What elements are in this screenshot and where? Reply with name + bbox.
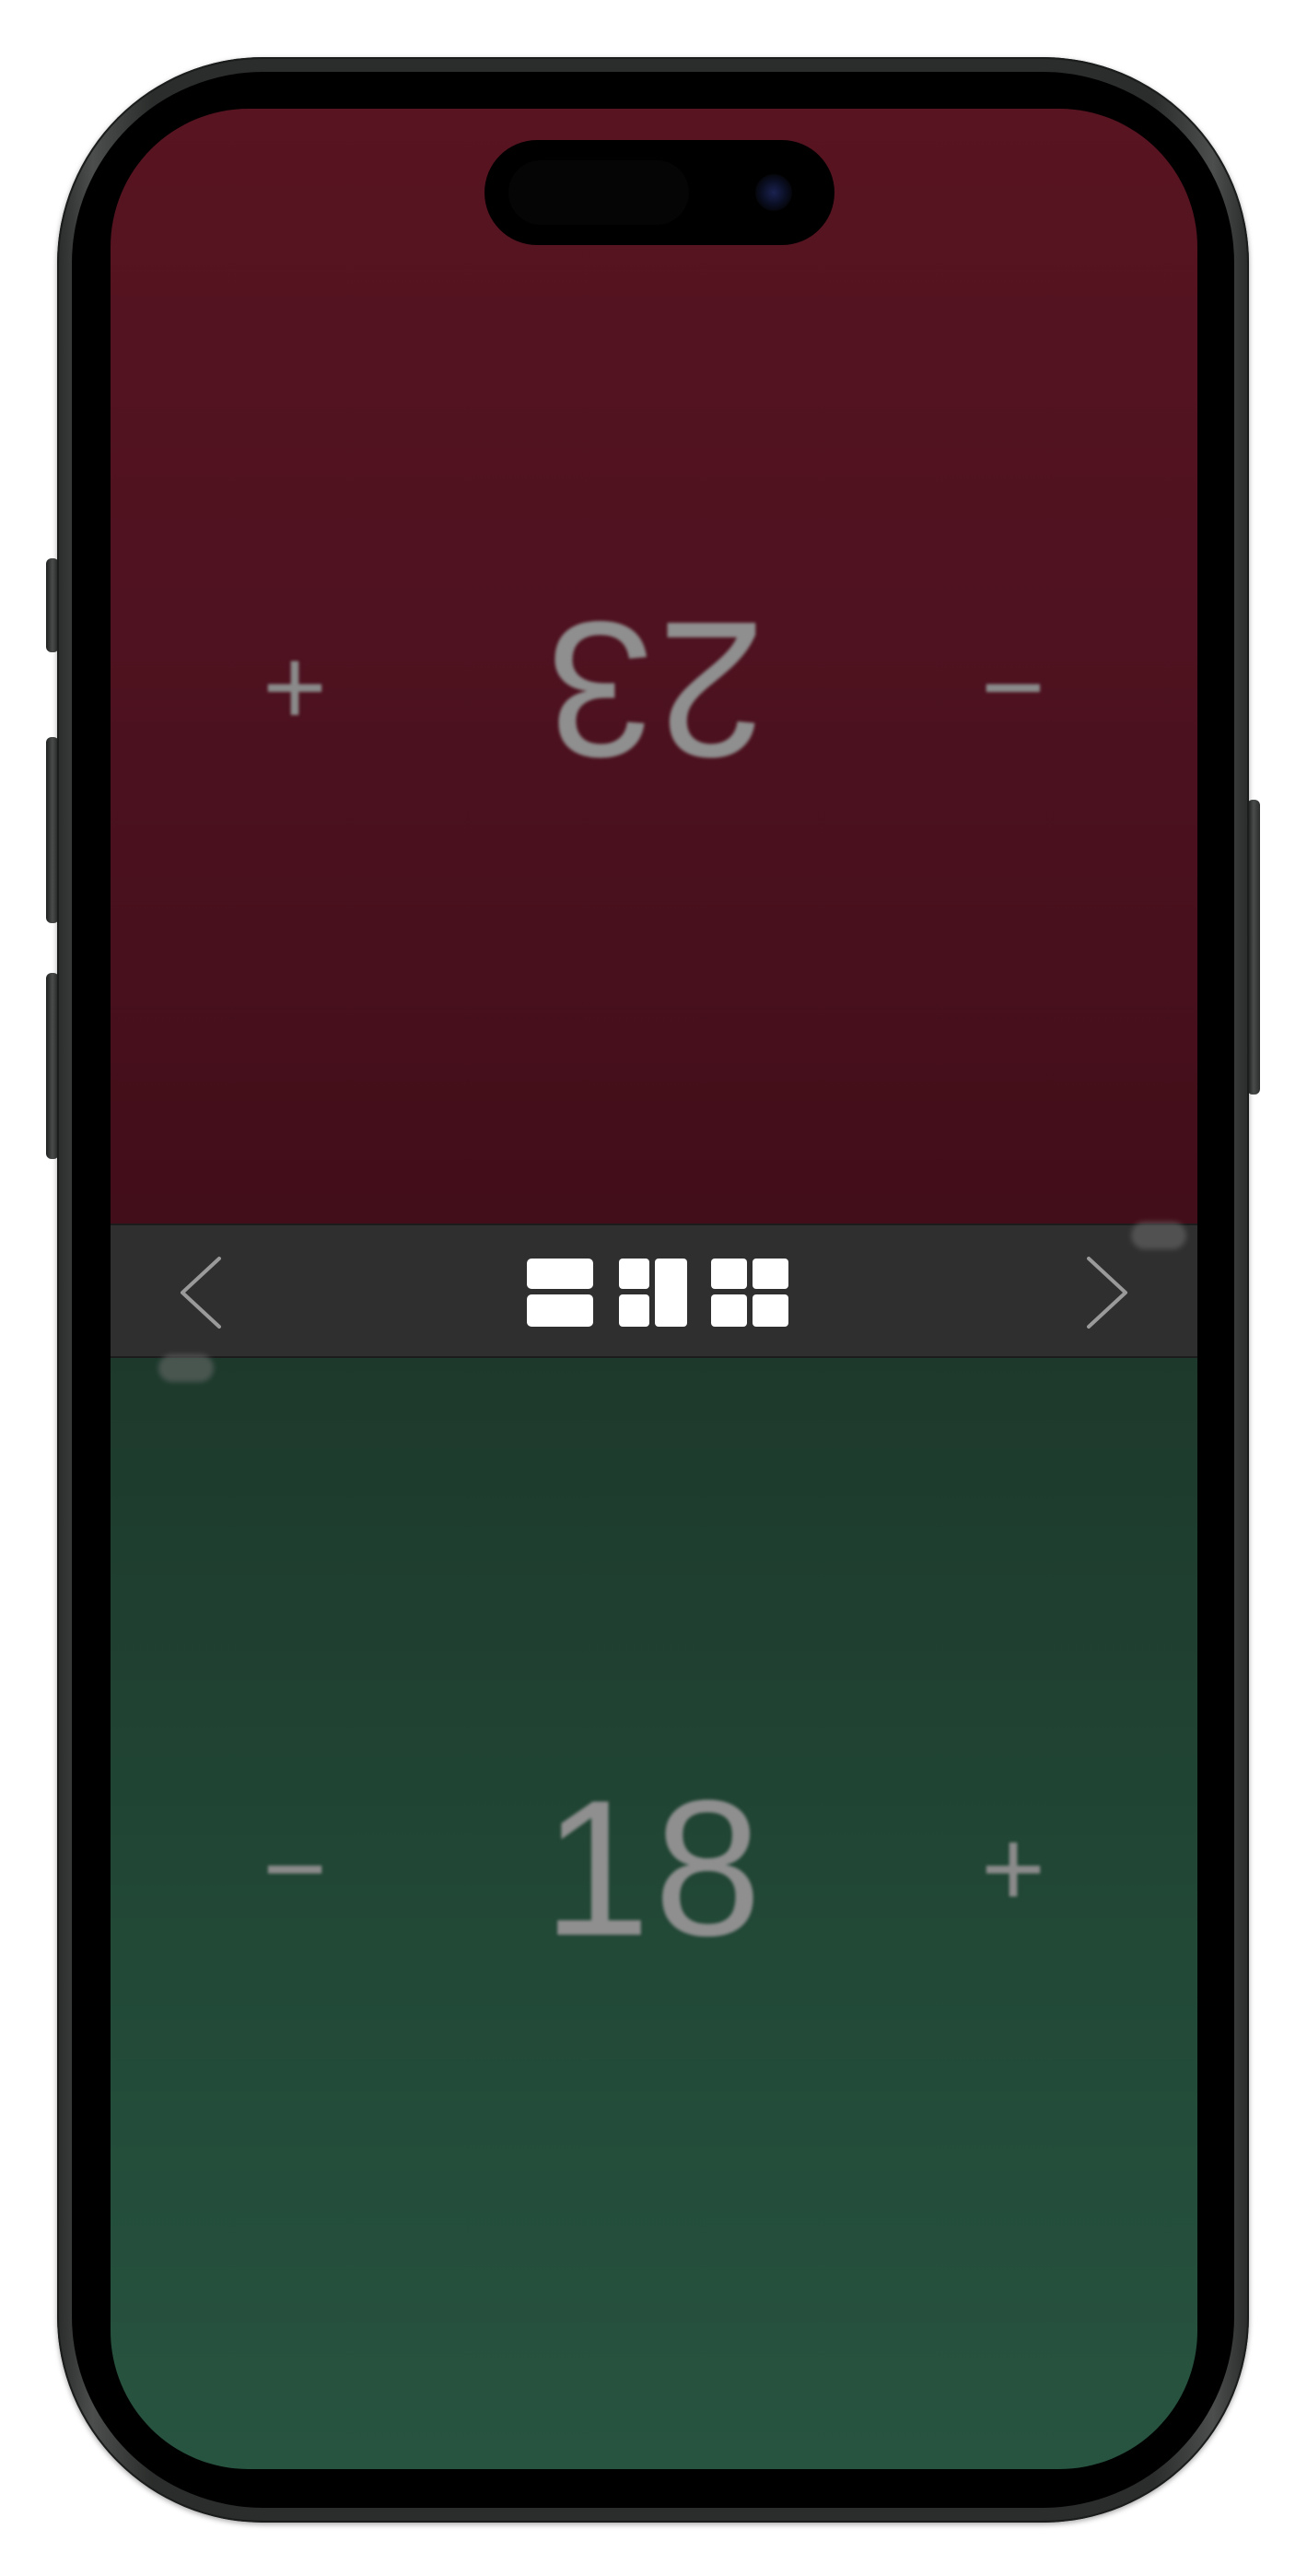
screen: − 23 + − 18 + [111,109,1197,2469]
dynamic-island [484,140,834,245]
player-top-life-total: 23 [543,581,765,798]
previous-button[interactable] [166,1253,239,1332]
page: − 23 + − 18 + [0,0,1307,2576]
player-bottom-settings-gear-icon[interactable] [158,1354,214,1382]
four-player-layout-button[interactable] [711,1259,788,1327]
player-bottom-panel: − 18 + [111,1358,1197,2469]
chevron-right-icon [1087,1257,1127,1329]
two-player-horizontal-layout-icon [527,1259,593,1327]
three-player-layout-icon [619,1259,687,1327]
power-button [1247,800,1260,1095]
player-bottom-minus-button[interactable]: − [184,1776,405,1961]
control-bar [111,1224,1197,1358]
player-top-minus-button[interactable]: − [903,597,1124,781]
player-bottom-plus-button[interactable]: + [903,1776,1124,1961]
chevron-left-icon [181,1257,221,1329]
player-top-plus-button[interactable]: + [184,597,405,781]
face-id-sensor [508,160,689,225]
player-top-counter: − 23 + [111,569,1197,809]
next-button[interactable] [1068,1253,1142,1332]
player-top-panel: − 23 + [111,109,1197,1224]
front-camera-icon [755,174,792,211]
two-player-layout-button[interactable] [527,1259,593,1327]
layout-selector [527,1259,794,1329]
four-player-grid-layout-icon [711,1259,788,1327]
player-bottom-life-total: 18 [543,1760,765,1976]
three-player-layout-button[interactable] [619,1259,687,1327]
player-bottom-counter: − 18 + [111,1749,1197,1988]
player-top-settings-gear-icon[interactable] [1131,1222,1186,1249]
